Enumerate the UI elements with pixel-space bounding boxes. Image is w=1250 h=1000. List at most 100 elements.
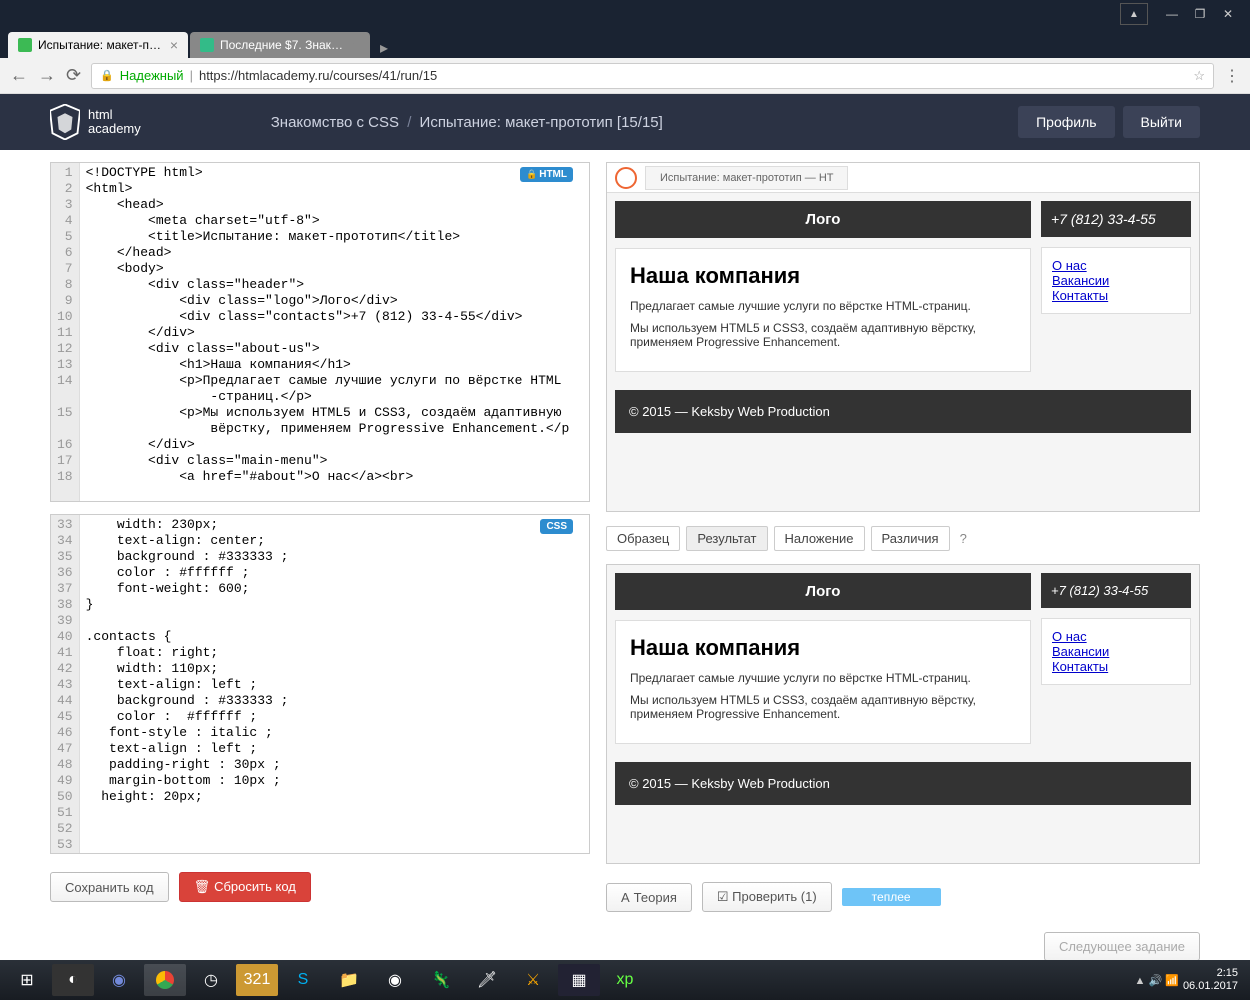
clock[interactable]: 2:15 06.01.2017: [1183, 967, 1244, 993]
forward-button[interactable]: →: [38, 65, 56, 86]
mock-logo: Лого: [615, 201, 1031, 238]
taskbar-app[interactable]: xp: [604, 964, 646, 996]
taskbar-steam[interactable]: ◉: [374, 964, 416, 996]
mock-link[interactable]: Вакансии: [1052, 273, 1180, 288]
html-editor[interactable]: 🔒HTML 123456789101112131415161718 <!DOCT…: [50, 162, 590, 502]
window-maximize[interactable]: ❐: [1186, 3, 1214, 25]
tab-title: Последние $7. Знакомс: [220, 38, 346, 52]
mock-footer: © 2015 — Keksby Web Production: [615, 762, 1191, 805]
taskbar-app[interactable]: 🦎: [420, 964, 462, 996]
help-icon[interactable]: ?: [960, 531, 967, 546]
favicon-icon: [18, 38, 32, 52]
reload-button[interactable]: ⟳: [66, 65, 81, 86]
mock-about: Наша компания Предлагает самые лучшие ус…: [615, 248, 1031, 372]
brand-text-2: academy: [88, 122, 141, 136]
mock-phone: +7 (812) 33-4-55: [1041, 201, 1191, 237]
preview-panel-bottom: Лого Наша компания Предлагает самые лучш…: [606, 564, 1200, 864]
mock-paragraph: Предлагает самые лучшие услуги по вёрстк…: [630, 299, 1016, 313]
mock-links: О нас Вакансии Контакты: [1041, 247, 1191, 314]
taskbar-chrome[interactable]: [144, 964, 186, 996]
next-task-button[interactable]: Следующее задание: [1044, 932, 1200, 961]
breadcrumb: Знакомство с CSS / Испытание: макет-прот…: [271, 114, 663, 131]
taskbar-app[interactable]: 🗡: [466, 964, 508, 996]
mock-logo: Лого: [615, 573, 1031, 610]
shield-icon: [50, 104, 80, 140]
breadcrumb-course[interactable]: Знакомство с CSS: [271, 114, 399, 131]
tab-close-icon[interactable]: ×: [352, 37, 360, 53]
mock-link[interactable]: О нас: [1052, 258, 1180, 273]
css-editor[interactable]: CSS 333435363738394041424344454647484950…: [50, 514, 590, 854]
bookmark-icon[interactable]: ☆: [1193, 68, 1205, 84]
preview-tab: Испытание: макет-прототип — HT: [645, 166, 848, 190]
window-titlebar: ▲ — ❐ ✕: [0, 0, 1250, 28]
save-button[interactable]: Сохранить код: [50, 872, 169, 902]
theory-button[interactable]: AТеория: [606, 883, 692, 912]
tab-overlay[interactable]: Наложение: [774, 526, 865, 551]
brand-text-1: html: [88, 108, 141, 122]
logo[interactable]: htmlacademy: [50, 104, 141, 140]
mock-heading: Наша компания: [630, 263, 1016, 289]
taskbar-wow[interactable]: ⚔: [512, 964, 554, 996]
tab-title: Испытание: макет-прот: [38, 38, 164, 52]
code-area[interactable]: <!DOCTYPE html><html> <head> <meta chars…: [80, 163, 589, 501]
font-icon: A: [621, 890, 630, 905]
mock-paragraph: Мы используем HTML5 и CSS3, создаём адап…: [630, 321, 1016, 349]
check-icon: ☑: [717, 889, 729, 904]
preview-panel-top: Испытание: макет-прототип — HT Лого Наша…: [606, 162, 1200, 512]
back-button[interactable]: ←: [10, 65, 28, 86]
start-button[interactable]: ⊞: [6, 964, 48, 996]
mock-link[interactable]: Контакты: [1052, 288, 1180, 303]
taskbar-skype[interactable]: S: [282, 964, 324, 996]
result-tabs: Образец Результат Наложение Различия ?: [606, 524, 1200, 552]
editor-buttons: Сохранить код 🗑Сбросить код: [50, 872, 590, 902]
chrome-menu-icon[interactable]: ⋮: [1224, 66, 1240, 86]
mock-link[interactable]: Вакансии: [1052, 644, 1180, 659]
progress-badge: теплее: [842, 888, 941, 906]
user-icon[interactable]: ▲: [1120, 3, 1148, 25]
taskbar-app[interactable]: ▦: [558, 964, 600, 996]
browser-tab-active[interactable]: Испытание: макет-прот ×: [8, 32, 188, 58]
tab-sample[interactable]: Образец: [606, 526, 680, 551]
html-badge: 🔒HTML: [520, 167, 573, 182]
system-tray[interactable]: ▲ 🔊 📶: [1135, 974, 1179, 987]
favicon-icon: [200, 38, 214, 52]
window-close[interactable]: ✕: [1214, 3, 1242, 25]
tab-diff[interactable]: Различия: [871, 526, 950, 551]
window-minimize[interactable]: —: [1158, 3, 1186, 25]
logout-button[interactable]: Выйти: [1123, 106, 1200, 138]
taskbar-app[interactable]: ◉: [98, 964, 140, 996]
taskbar-app[interactable]: ◷: [190, 964, 232, 996]
browser-tab-inactive[interactable]: Последние $7. Знакомс ×: [190, 32, 370, 58]
taskbar-app[interactable]: 321: [236, 964, 278, 996]
taskbar-explorer[interactable]: 📁: [328, 964, 370, 996]
mock-link[interactable]: Контакты: [1052, 659, 1180, 674]
mock-paragraph: Предлагает самые лучшие услуги по вёрстк…: [630, 671, 1016, 685]
css-badge: CSS: [540, 519, 573, 534]
mock-links: О нас Вакансии Контакты: [1041, 618, 1191, 685]
tab-result[interactable]: Результат: [686, 526, 767, 551]
reset-button[interactable]: 🗑Сбросить код: [179, 872, 311, 902]
browser-toolbar: ← → ⟳ 🔒 Надежный | https://htmlacademy.r…: [0, 58, 1250, 94]
windows-taskbar: ⊞ ◐ ◉ ◷ 321 S 📁 ◉ 🦎 🗡 ⚔ ▦ xp ▲ 🔊 📶 2:15 …: [0, 960, 1250, 1000]
mock-link[interactable]: О нас: [1052, 629, 1180, 644]
check-button[interactable]: ☑ Проверить (1): [702, 882, 832, 912]
new-tab-button[interactable]: ▸: [372, 38, 396, 58]
browser-tabs: Испытание: макет-прот × Последние $7. Зн…: [0, 28, 1250, 58]
breadcrumb-sep: /: [407, 114, 411, 131]
code-area[interactable]: width: 230px; text-align: center; backgr…: [80, 515, 589, 853]
result-buttons: AТеория ☑ Проверить (1) теплее: [606, 882, 1200, 912]
mock-heading: Наша компания: [630, 635, 1016, 661]
lock-icon: 🔒: [100, 69, 114, 82]
address-bar[interactable]: 🔒 Надежный | https://htmlacademy.ru/cour…: [91, 63, 1214, 89]
lock-icon: 🔒: [526, 169, 537, 179]
url-text: https://htmlacademy.ru/courses/41/run/15: [199, 68, 1187, 83]
profile-button[interactable]: Профиль: [1018, 106, 1114, 138]
app-header: htmlacademy Знакомство с CSS / Испытание…: [0, 94, 1250, 150]
secure-label: Надежный: [120, 68, 184, 83]
mock-about: Наша компания Предлагает самые лучшие ус…: [615, 620, 1031, 744]
mock-phone: +7 (812) 33-4-55: [1041, 573, 1191, 608]
opera-icon: [615, 167, 637, 189]
mock-footer: © 2015 — Keksby Web Production: [615, 390, 1191, 433]
tab-close-icon[interactable]: ×: [170, 37, 178, 53]
taskbar-app[interactable]: ◐: [52, 964, 94, 996]
